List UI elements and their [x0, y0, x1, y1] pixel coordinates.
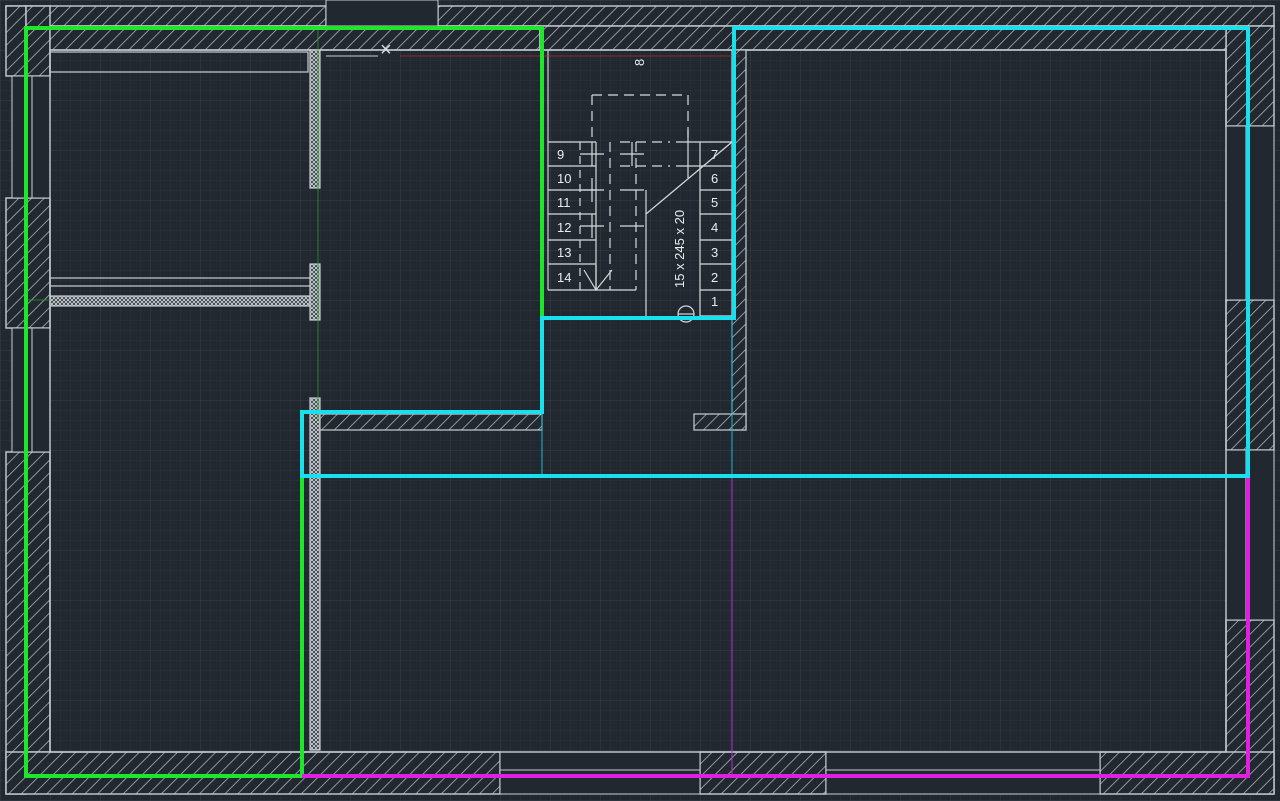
wall-top-right [437, 5, 1275, 27]
partition-vertical-low [309, 397, 321, 751]
stair-step-label: 9 [557, 147, 564, 162]
wall-left-2 [5, 197, 27, 329]
stair-step-label: 11 [557, 195, 571, 210]
partition-vertical-top [309, 49, 321, 189]
partition-vertical-mid [309, 263, 321, 321]
wall-top-left [5, 5, 327, 27]
wall-top-band-mid [539, 25, 735, 51]
window-left-1 [11, 75, 51, 199]
top-marker-label: 8 [632, 59, 647, 66]
stair-step-label: 3 [711, 245, 718, 260]
stair-step-label: 10 [557, 171, 571, 186]
wall-bottom-left [5, 751, 501, 795]
stair-step-label: 6 [711, 171, 718, 186]
stair-step-label: 14 [557, 270, 571, 285]
wall-left-inner-1 [25, 5, 51, 77]
stair-step-label: 12 [557, 220, 571, 235]
cad-drawing-canvas[interactable]: 9 10 11 12 13 14 7 6 5 4 3 2 1 15 x 245 … [0, 0, 1280, 801]
stair-step-label: 2 [711, 270, 718, 285]
wall-bottom-middle [699, 751, 827, 795]
stair-step-label: 7 [711, 147, 718, 162]
wall-left-3 [5, 451, 27, 795]
stair-step-label: 1 [711, 294, 718, 309]
wall-left-1 [5, 5, 27, 77]
drawing-grid [0, 0, 1280, 801]
stair-step-label: 5 [711, 195, 718, 210]
opening-top [325, 0, 439, 27]
wall-left-inner-2 [25, 197, 51, 329]
stair-dimension-label: 15 x 245 x 20 [672, 210, 687, 288]
partition-mid-insulated [49, 295, 313, 307]
wall-under-stair [319, 413, 543, 431]
wall-left-inner-3 [25, 451, 51, 753]
stair-right-wall-foot [693, 413, 747, 431]
window-bottom-2 [825, 751, 1101, 795]
stair-step-label: 4 [711, 220, 718, 235]
stair-step-label: 13 [557, 245, 571, 260]
window-left-2 [11, 327, 51, 453]
stair-numbers-right: 7 6 5 4 3 2 1 [711, 147, 718, 309]
ucs-cross-icon: × [380, 39, 392, 61]
window-bottom-1 [499, 751, 701, 795]
